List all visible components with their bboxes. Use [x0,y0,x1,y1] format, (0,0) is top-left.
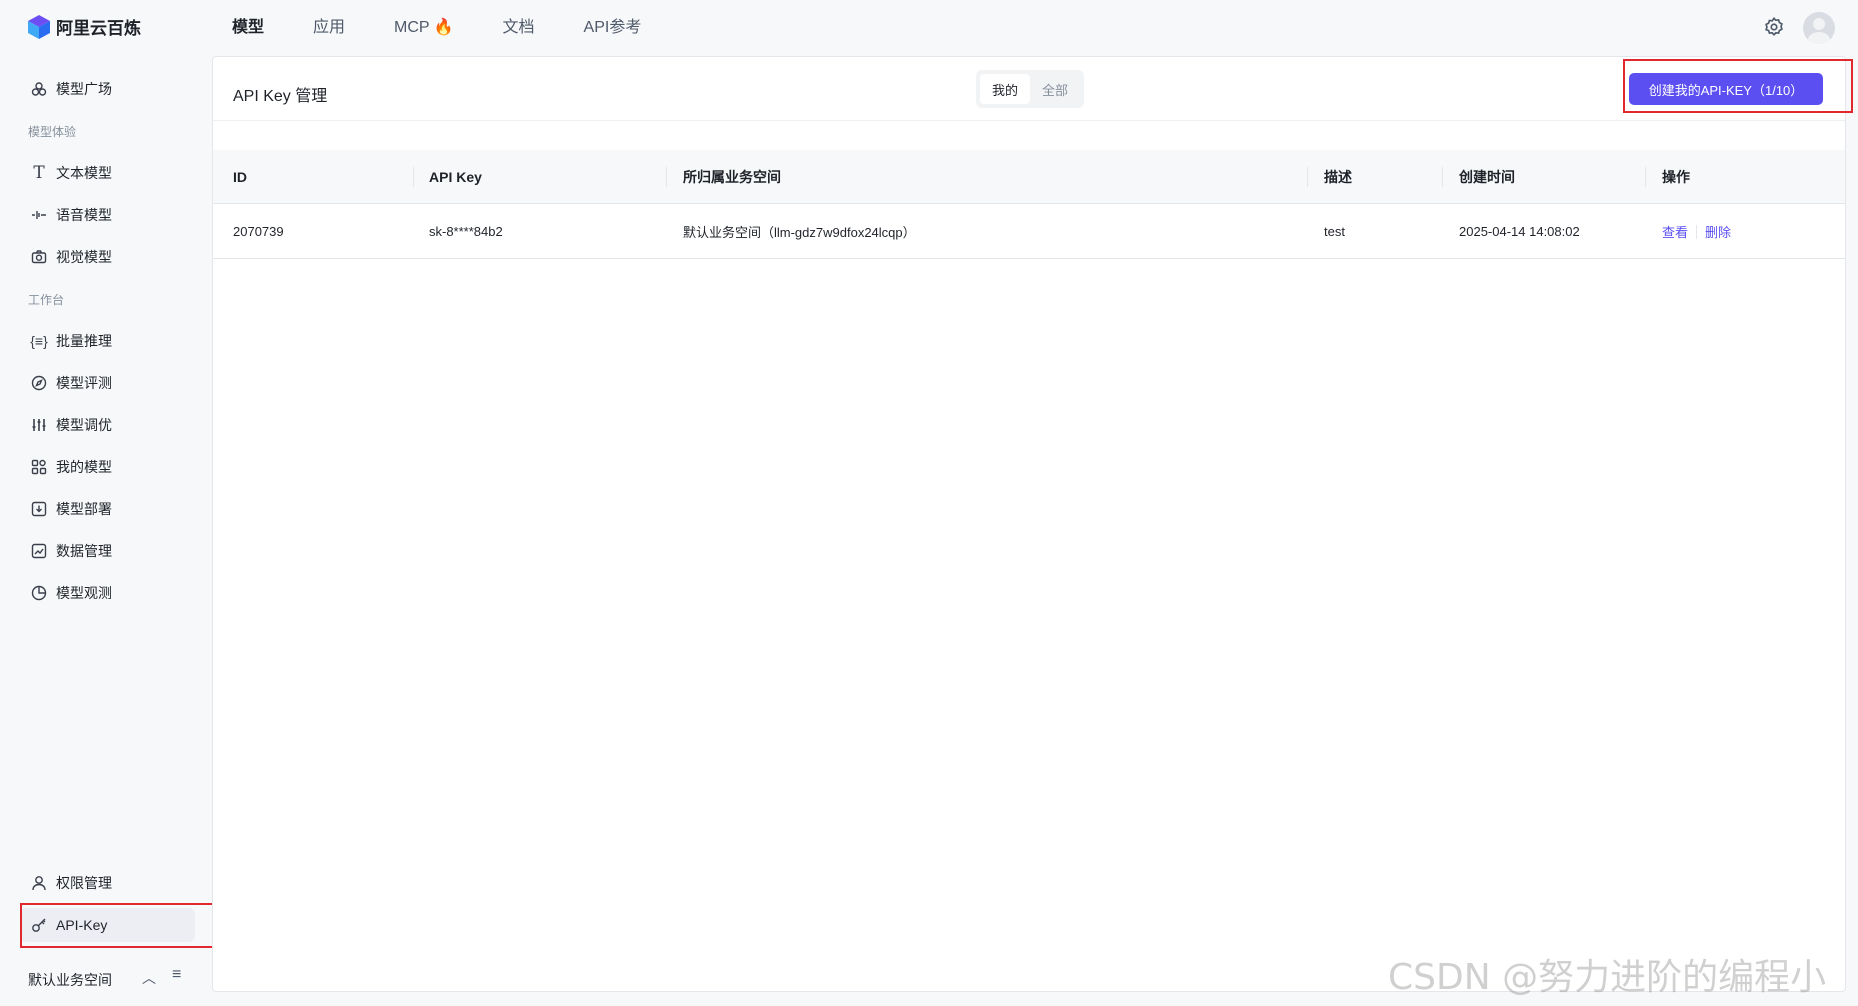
tab-all[interactable]: 全部 [1030,74,1080,104]
user-icon [30,874,48,892]
highlight-box-api-key [20,903,220,948]
sidebar-item-text-model[interactable]: T 文本模型 [20,156,195,190]
avatar[interactable] [1803,12,1835,44]
column-divider [413,167,414,187]
sidebar-item-label: 视觉模型 [56,249,112,265]
sidebar-item-label: 我的模型 [56,459,112,475]
sidebar-item-label: 语音模型 [56,207,112,223]
chevron-up-icon[interactable]: ︿ [142,968,156,988]
sidebar-item-label: 权限管理 [56,875,112,891]
cell-actions: 查看 删除 [1662,204,1731,259]
text-icon: T [33,163,45,183]
column-divider [1645,167,1646,187]
sidebar-item-label: 模型观测 [56,585,112,601]
header-divider [213,120,1845,121]
column-header-id: ID [233,169,247,185]
sidebar-item-model-observe[interactable]: 模型观测 [20,576,195,610]
camera-icon [30,248,48,266]
menu-icon[interactable]: ≡ [172,966,181,984]
nav-docs[interactable]: 文档 [503,16,535,40]
sidebar-item-batch-inference[interactable]: {≡} 批量推理 [20,324,195,358]
sidebar-group-workbench: 工作台 [28,293,65,307]
gear-icon[interactable] [1763,16,1785,38]
cell-description: test [1324,224,1345,239]
fire-icon: 🔥 [433,19,454,36]
api-key-table: ID API Key 所归属业务空间 描述 创建时间 操作 2070739 sk… [213,150,1845,259]
top-header: 阿里云百炼 模型 应用 MCP 🔥 文档 API参考 [0,0,1858,56]
tab-mine[interactable]: 我的 [980,74,1030,104]
cell-api-key: sk-8****84b2 [429,224,503,239]
sidebar-item-data-manage[interactable]: 数据管理 [20,534,195,568]
sidebar-item-model-tune[interactable]: 模型调优 [20,408,195,442]
sidebar-item-label: 模型广场 [56,81,112,97]
view-link[interactable]: 查看 [1662,222,1688,241]
action-divider [1696,224,1698,239]
highlight-box-create-button [1623,59,1853,113]
brand[interactable]: 阿里云百炼 [28,14,141,39]
nav-api-ref[interactable]: API参考 [584,16,642,40]
sidebar-item-label: 文本模型 [56,165,112,181]
column-divider [1307,167,1308,187]
workspace-selector[interactable]: 默认业务空间 [28,970,112,990]
sidebar-item-voice-model[interactable]: 语音模型 [20,198,195,232]
top-nav: 模型 应用 MCP 🔥 文档 API参考 [232,16,690,40]
sidebar-item-vision-model[interactable]: 视觉模型 [20,240,195,274]
page-title: API Key 管理 [233,88,328,105]
download-box-icon [30,500,48,518]
cell-workspace: 默认业务空间（llm-gdz7w9dfox24lcqp） [683,225,916,240]
apps-icon [30,458,48,476]
sidebar-item-model-eval[interactable]: 模型评测 [20,366,195,400]
sidebar-item-label: 批量推理 [56,333,112,349]
sidebar-item-model-square[interactable]: 模型广场 [20,72,195,106]
delete-link[interactable]: 删除 [1705,222,1731,241]
sidebar-item-label: 模型调优 [56,417,112,433]
sidebar-item-label: 模型评测 [56,375,112,391]
column-divider [666,167,667,187]
brand-name: 阿里云百炼 [56,19,141,38]
sidebar-item-my-models[interactable]: 我的模型 [20,450,195,484]
cell-created: 2025-04-14 14:08:02 [1459,224,1580,239]
nav-models[interactable]: 模型 [232,16,264,40]
compass-icon [30,374,48,392]
sidebar-item-label: 模型部署 [56,501,112,517]
waveform-icon [30,206,48,224]
brand-logo-icon [28,14,50,39]
sliders-icon [30,416,48,434]
sidebar-item-permission[interactable]: 权限管理 [20,866,195,900]
column-header-description: 描述 [1324,169,1352,185]
nav-mcp[interactable]: MCP 🔥 [394,16,453,40]
scope-switch: 我的 全部 [976,70,1084,108]
braces-list-icon: {≡} [30,333,48,349]
nav-mcp-label: MCP [394,19,430,36]
chart-icon [30,542,48,560]
cell-id: 2070739 [233,224,284,239]
table-header: ID API Key 所归属业务空间 描述 创建时间 操作 [213,150,1845,204]
table-row: 2070739 sk-8****84b2 默认业务空间（llm-gdz7w9df… [213,204,1845,259]
main-panel: API Key 管理 我的 全部 创建我的API-KEY（1/10） ID AP… [212,56,1853,992]
pie-chart-icon [30,584,48,602]
column-header-created: 创建时间 [1459,169,1515,185]
watermark: CSDN @努力进阶的编程小白 [1388,957,1827,998]
sidebar-group-experience: 模型体验 [28,125,77,139]
model-square-icon [30,80,48,98]
sidebar-item-label: 数据管理 [56,543,112,559]
column-header-workspace: 所归属业务空间 [683,169,781,185]
sidebar-item-model-deploy[interactable]: 模型部署 [20,492,195,526]
user-icon [1808,18,1830,44]
column-header-api-key: API Key [429,169,482,185]
nav-apps[interactable]: 应用 [313,16,345,40]
column-header-actions: 操作 [1662,169,1690,185]
sidebar: 模型广场 模型体验 T 文本模型 语音模型 视觉模型 工作台 {≡} 批量推理 … [0,56,220,1006]
column-divider [1442,167,1443,187]
